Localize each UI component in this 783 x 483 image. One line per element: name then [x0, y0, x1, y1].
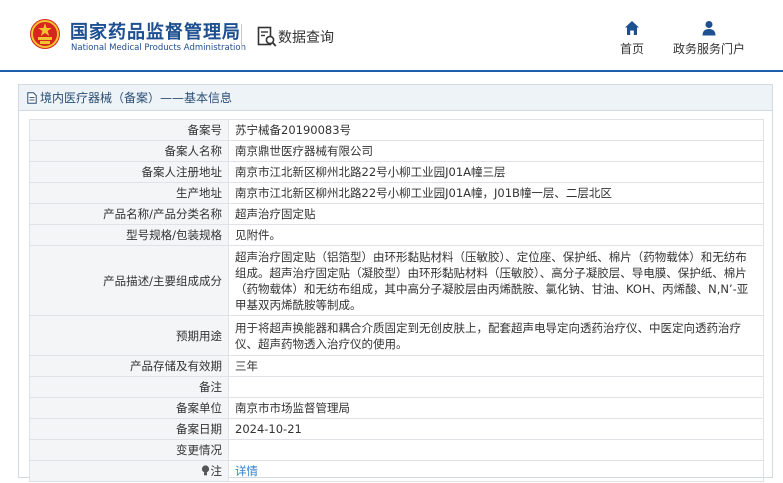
field-value: 南京市江北新区柳州北路22号小柳工业园J01A幢，J01B幢一层、二层北区	[235, 186, 612, 200]
table-row: 产品存储及有效期 三年	[29, 355, 764, 377]
table-row: 生产地址 南京市江北新区柳州北路22号小柳工业园J01A幢，J01B幢一层、二层北…	[29, 182, 764, 204]
field-label-cell: 备案人名称	[29, 140, 229, 162]
field-label: 预期用途	[176, 328, 222, 343]
header-divider	[241, 24, 242, 50]
field-value-cell	[228, 376, 764, 398]
field-value: 用于将超声换能器和耦合介质固定到无创皮肤上，配套超声电导定向透药治疗仪、中医定向…	[235, 320, 741, 351]
document-icon	[27, 91, 37, 104]
field-label-cell: 产品名称/产品分类名称	[29, 203, 229, 225]
field-label: 备注	[199, 380, 222, 394]
field-label: 备案人注册地址	[141, 165, 223, 179]
field-label-cell: 备案号	[29, 119, 229, 141]
field-label-cell: 产品存储及有效期	[29, 355, 229, 377]
field-value: 超声治疗固定贴	[235, 207, 316, 221]
panel-title: 境内医疗器械（备案）——基本信息	[40, 91, 233, 105]
table-row: 备案人注册地址 南京市江北新区柳州北路22号小柳工业园J01A幢三层	[29, 161, 764, 183]
national-emblem-icon	[30, 19, 60, 49]
field-value-cell: 2024-10-21	[228, 418, 764, 440]
table-row: 备案单位 南京市市场监督管理局	[29, 397, 764, 419]
table-row: 备案号 苏宁械备20190083号	[29, 119, 764, 141]
field-value: 南京鼎世医疗器械有限公司	[235, 144, 373, 158]
nav-home-button[interactable]: 首页	[612, 20, 652, 60]
document-search-icon	[257, 26, 277, 47]
field-label: 备案人名称	[164, 144, 223, 158]
home-icon	[625, 21, 639, 35]
record-info-table: 备案号 苏宁械备20190083号 备案人名称 南京鼎世医疗器械有限公司 备案人注册地址…	[29, 119, 764, 482]
field-label: 产品名称/产品分类名称	[103, 207, 222, 221]
lightbulb-icon	[201, 465, 209, 476]
field-value: 见附件。	[235, 228, 281, 242]
record-panel: 境内医疗器械（备案）——基本信息 备案号 苏宁械备20190083号 备案人名称 南京…	[18, 84, 773, 482]
table-row: 产品名称/产品分类名称 超声治疗固定贴	[29, 203, 764, 225]
table-row: 备注	[29, 376, 764, 398]
field-value: 三年	[235, 359, 258, 373]
field-label: 备案日期	[176, 422, 222, 436]
table-row: 备案人名称 南京鼎世医疗器械有限公司	[29, 140, 764, 162]
field-value-cell: 南京市江北新区柳州北路22号小柳工业园J01A幢，J01B幢一层、二层北区	[228, 182, 764, 204]
table-row: 预期用途 用于将超声换能器和耦合介质固定到无创皮肤上，配套超声电导定向透药治疗仪、…	[29, 315, 764, 356]
field-value-cell	[228, 439, 764, 461]
field-label: 产品存储及有效期	[130, 359, 222, 373]
table-row: 注详情	[29, 460, 764, 482]
field-label-cell: 变更情况	[29, 439, 229, 461]
field-label: 注	[210, 464, 223, 478]
panel-header: 境内医疗器械（备案）——基本信息	[19, 85, 772, 111]
data-query-title: 数据查询	[278, 30, 334, 46]
table-row: 型号规格/包装规格 见附件。	[29, 224, 764, 246]
field-value-cell: 三年	[228, 355, 764, 377]
field-value-cell: 超声治疗固定贴	[228, 203, 764, 225]
field-value-cell: 超声治疗固定贴（铝箔型）由环形黏贴材料（压敏胶）、定位座、保护纸、棉片（药物载体…	[228, 245, 764, 316]
field-value: 2024-10-21	[235, 422, 302, 436]
field-label: 备案号	[187, 123, 223, 137]
field-value: 苏宁械备20190083号	[235, 123, 352, 137]
field-value: 超声治疗固定贴（铝箔型）由环形黏贴材料（压敏胶）、定位座、保护纸、棉片（药物载体…	[235, 249, 749, 312]
details-link[interactable]: 详情	[235, 464, 258, 478]
field-value-cell: 南京市江北新区柳州北路22号小柳工业园J01A幢三层	[228, 161, 764, 183]
field-label-cell: 型号规格/包装规格	[29, 224, 229, 246]
table-row: 产品描述/主要组成成分 超声治疗固定贴（铝箔型）由环形黏贴材料（压敏胶）、定位座、…	[29, 245, 764, 316]
field-value: 南京市市场监督管理局	[235, 401, 350, 415]
field-label-cell: 备案人注册地址	[29, 161, 229, 183]
site-logo-subtitle: National Medical Products Administration	[71, 43, 246, 53]
field-label-cell: 备案日期	[29, 418, 229, 440]
field-label: 备案单位	[176, 401, 222, 415]
field-label-cell: 产品描述/主要组成成分	[29, 245, 229, 316]
field-label-cell: 备案单位	[29, 397, 229, 419]
table-row: 变更情况	[29, 439, 764, 461]
table-row: 备案日期 2024-10-21	[29, 418, 764, 440]
nav-service-portal-button[interactable]: 政务服务门户	[668, 20, 750, 60]
field-label: 生产地址	[176, 186, 222, 200]
field-value-cell: 见附件。	[228, 224, 764, 246]
field-value-cell: 南京市市场监督管理局	[228, 397, 764, 419]
user-icon	[702, 21, 716, 36]
field-value: 南京市江北新区柳州北路22号小柳工业园J01A幢三层	[235, 165, 506, 179]
field-label: 产品描述/主要组成成分	[103, 273, 222, 288]
field-value-cell: 南京鼎世医疗器械有限公司	[228, 140, 764, 162]
site-header: 国家药品监督管理局 National Medical Products Admi…	[0, 0, 783, 72]
field-label-cell: 生产地址	[29, 182, 229, 204]
field-label-cell: 注	[29, 460, 229, 482]
field-value-cell: 苏宁械备20190083号	[228, 119, 764, 141]
nav-home-label: 首页	[619, 42, 644, 56]
field-label: 变更情况	[176, 443, 222, 457]
field-value-cell: 用于将超声换能器和耦合介质固定到无创皮肤上，配套超声电导定向透药治疗仪、中医定向…	[228, 315, 764, 356]
field-label-cell: 备注	[29, 376, 229, 398]
field-value-cell: 详情	[228, 460, 764, 482]
nav-service-portal-label: 政务服务门户	[672, 42, 745, 56]
field-label-cell: 预期用途	[29, 315, 229, 356]
field-label: 型号规格/包装规格	[126, 228, 222, 242]
site-logo-title[interactable]: 国家药品监督管理局	[70, 18, 241, 44]
